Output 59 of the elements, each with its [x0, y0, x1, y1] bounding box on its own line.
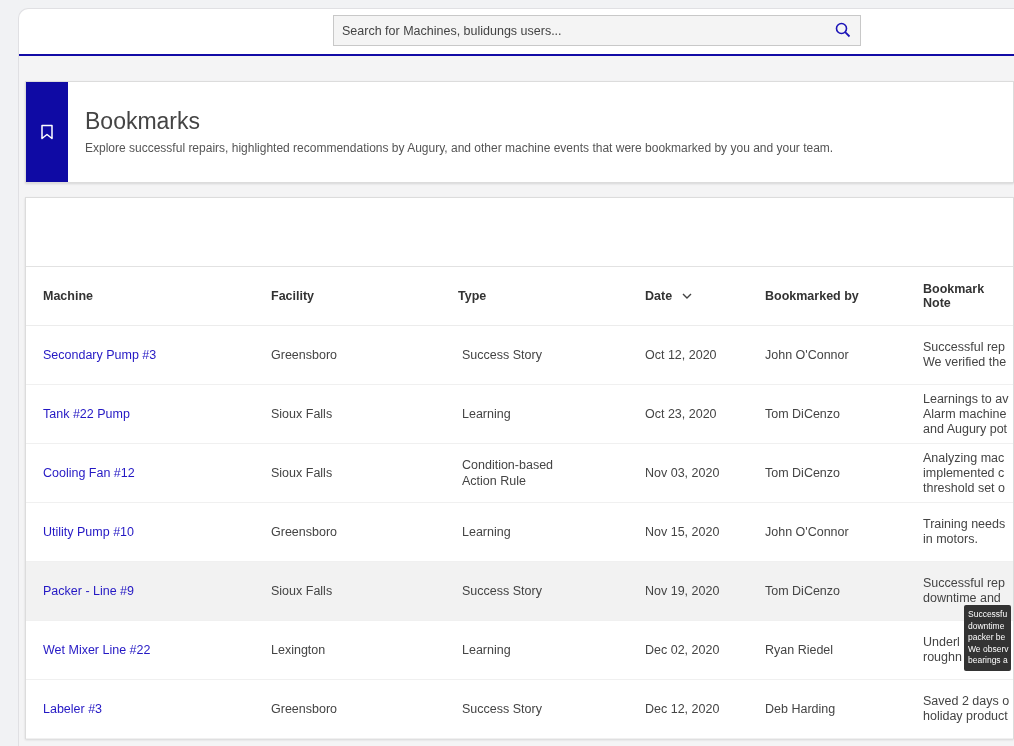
table-cell-text: Condition-based Action Rule	[461, 457, 555, 489]
table-cell-text: Nov 15, 2020	[645, 525, 721, 539]
table-cell-text: Deb Harding	[765, 702, 837, 716]
table-cell-text: Dec 12, 2020	[645, 702, 721, 716]
chevron-down-icon[interactable]	[682, 293, 693, 299]
table-cell-text: John O'Connor	[765, 525, 850, 539]
machine-link[interactable]: Packer - Line #9	[43, 584, 135, 598]
machine-link[interactable]: Tank #22 Pump	[43, 407, 130, 421]
table-cell-text: Greensboro	[271, 702, 338, 716]
table-cell-text: Tom DiCenzo	[765, 407, 842, 421]
machine-link[interactable]: Secondary Pump #3	[43, 348, 157, 362]
machine-link[interactable]: Utility Pump #10	[43, 525, 134, 539]
machine-link[interactable]: Labeler #3	[43, 702, 103, 716]
note-text: Learnings to av Alarm machine and Augury pot	[923, 391, 1009, 437]
table-cell-text: Learning	[461, 524, 512, 540]
table-cell-text: Sioux Falls	[271, 584, 334, 598]
table-row[interactable]: Labeler #3 Greensboro Success Story Dec 12, 2020 Deb Harding Saved 2 days o holiday product	[26, 680, 1013, 739]
table-cell-text: Sioux Falls	[271, 466, 334, 480]
column-header[interactable]: Date	[645, 289, 673, 303]
table-cell-text: Tom DiCenzo	[765, 466, 842, 480]
note-text: Saved 2 days o holiday product	[923, 694, 1010, 724]
search-icon[interactable]	[835, 22, 851, 38]
table-row[interactable]: Secondary Pump #3 Greensboro Success Story Oct 12, 2020 John O'Connor Successful rep We verified the	[26, 326, 1013, 385]
column-header[interactable]: Machine	[43, 289, 93, 303]
search-field[interactable]: Search for Machines, bulidungs users...	[333, 15, 861, 46]
table-cell-text: Tom DiCenzo	[765, 584, 842, 598]
table-cell-text: Greensboro	[271, 348, 338, 362]
table-cell-text: Oct 12, 2020	[645, 348, 718, 362]
table-cell-text: Ryan Riedel	[765, 643, 835, 657]
page-title: Bookmarks	[85, 108, 202, 135]
table-cell-text: Success Story	[461, 701, 543, 717]
table-row[interactable]: Cooling Fan #12 Sioux Falls Condition-based Action Rule Nov 03, 2020 Tom DiCenzo Analyzing mac implemented c threshold set o	[26, 444, 1013, 503]
machine-link[interactable]: Cooling Fan #12	[43, 466, 135, 480]
note-text: Underl roughn	[923, 635, 962, 665]
table-row[interactable]: Tank #22 Pump Sioux Falls Learning Oct 23, 2020 Tom DiCenzo Learnings to av Alarm machine and Augury pot	[26, 385, 1013, 444]
table-cell-text: Nov 03, 2020	[645, 466, 721, 480]
table-cell-text: Dec 02, 2020	[645, 643, 721, 657]
column-header[interactable]: Facility	[271, 289, 315, 303]
page-description: Explore successful repairs, highlighted recommendations by Augury, and other machine events that were bookmarked by you and your team.	[85, 141, 834, 155]
table-cell-text: Oct 23, 2020	[645, 407, 718, 421]
note-text: Analyzing mac implemented c threshold set o	[923, 450, 1005, 496]
note-text: Training needs in motors.	[923, 517, 1006, 547]
table-cell-text: Nov 19, 2020	[645, 584, 721, 598]
column-header[interactable]: Type	[458, 289, 487, 303]
note-text: Successful rep We verified the	[923, 340, 1007, 370]
machine-link[interactable]: Wet Mixer Line #22	[43, 643, 151, 657]
table-cell-text: Success Story	[461, 347, 543, 363]
column-header[interactable]: Bookmark Note	[923, 282, 1013, 310]
table-cell-text: Lexington	[271, 643, 327, 657]
table-cell-text: Success Story	[461, 583, 543, 599]
table-cell-text: Sioux Falls	[271, 407, 334, 421]
note-text: Successful rep downtime and	[923, 576, 1005, 606]
column-header[interactable]: Bookmarked by	[765, 289, 859, 303]
table-cell-text: John O'Connor	[765, 348, 850, 362]
bookmark-icon	[40, 124, 54, 140]
note-tooltip: Successfu downtime packer be We observ bearings a	[964, 605, 1012, 671]
table-cell-text: Learning	[461, 642, 512, 658]
table-cell-text: Learning	[461, 406, 512, 422]
table-cell-text: Greensboro	[271, 525, 338, 539]
